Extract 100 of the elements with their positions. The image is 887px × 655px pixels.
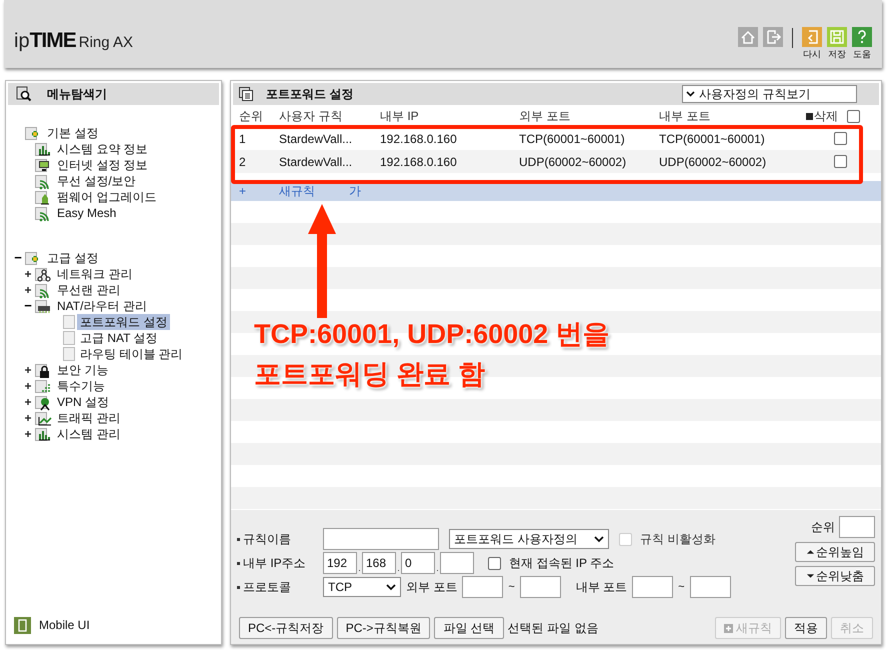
page-icon [63, 347, 75, 361]
column-header: 삭제 [806, 107, 838, 125]
dropdown[interactable]: 포트포워드 사용자정의 [449, 529, 609, 549]
tree-item[interactable]: 고급 NAT 설정 [77, 330, 161, 346]
expand-toggle[interactable]: + [23, 284, 33, 296]
toolbar-label: 도움 [853, 49, 871, 60]
column-header: 사용자 규칙 [279, 108, 344, 125]
column-header: 내부 포트 [659, 108, 712, 125]
tree-item[interactable]: 기본 설정 [44, 125, 102, 141]
range-separator: ~ [678, 580, 685, 595]
checkbox[interactable] [834, 155, 846, 168]
tree-item[interactable]: NAT/라우터 관리 [54, 298, 150, 314]
expand-toggle[interactable]: + [23, 428, 33, 440]
action-button[interactable]: PC<-규칙저장 [239, 617, 333, 639]
expand-toggle[interactable]: + [23, 380, 33, 392]
tree-item[interactable]: 시스템 요약 정보 [54, 141, 151, 157]
tree-item[interactable]: 무선 설정/보안 [54, 173, 139, 189]
checkbox-label: 현재 접속된 IP 주소 [509, 555, 614, 572]
help-icon[interactable] [852, 27, 872, 47]
undo-icon[interactable] [802, 27, 822, 47]
folder-icon [35, 204, 52, 222]
collapse-toggle[interactable]: − [13, 252, 23, 264]
expand-toggle[interactable]: + [23, 412, 33, 424]
folder-icon [35, 282, 52, 298]
dropdown[interactable]: TCP [323, 577, 401, 597]
tree-item[interactable]: Easy Mesh [54, 205, 120, 221]
rank-down-button[interactable]: 순위낮춤 [795, 566, 875, 586]
table-cell-text: 192.168.0.160 [380, 130, 458, 148]
toolbar-label: 다시 [803, 49, 821, 60]
tree-item[interactable]: 라우팅 테이블 관리 [77, 346, 186, 362]
caret-icon [686, 91, 695, 97]
apply-button[interactable]: 적용 [785, 617, 827, 639]
home-icon[interactable] [738, 27, 758, 47]
input-field[interactable] [520, 576, 561, 598]
expand-toggle[interactable]: + [23, 268, 33, 280]
table-cell-text: 2 [239, 154, 247, 170]
arrow-icon [307, 204, 337, 318]
input-field[interactable] [690, 576, 731, 598]
add-rule-link[interactable]: 가 [349, 182, 361, 200]
input-field[interactable]: 0 [401, 552, 435, 574]
input-field[interactable] [323, 528, 439, 550]
folder-icon [35, 140, 52, 158]
tree-item[interactable]: VPN 설정 [54, 394, 112, 410]
expand-toggle[interactable]: + [23, 396, 33, 408]
logout-icon[interactable] [763, 27, 783, 47]
panel-title: 포트포워드 설정 [266, 86, 354, 103]
checkbox[interactable] [846, 110, 860, 122]
rank-up-button[interactable]: 순위높임 [795, 542, 875, 562]
add-icon[interactable]: + [239, 182, 279, 200]
folder-icon [35, 426, 52, 442]
phone-icon[interactable] [14, 616, 31, 634]
tree-item[interactable]: 고급 설정 [44, 250, 102, 266]
tree-item[interactable]: 보안 기능 [54, 362, 112, 378]
range-separator: ~ [508, 580, 515, 595]
tree-item[interactable]: 무선랜 관리 [54, 282, 124, 298]
tree-item[interactable]: 특수기능 [54, 378, 108, 394]
checkbox[interactable] [834, 132, 846, 145]
file-button[interactable]: 파일 선택 [434, 617, 504, 639]
table-cell-text: 192.168.0.160 [380, 154, 458, 170]
input-field[interactable] [839, 516, 875, 538]
folder-icon [35, 156, 52, 174]
tree-item[interactable]: 포트포워드 설정 [77, 314, 170, 330]
caret-icon [594, 536, 604, 542]
tree-item[interactable]: 펌웨어 업그레이드 [54, 189, 160, 205]
view-dropdown[interactable]: 사용자정의 규칙보기 [682, 85, 857, 103]
sidebar-title: 메뉴탐색기 [47, 86, 107, 103]
input-field[interactable] [632, 576, 674, 598]
table-cell-text: UDP(60002~60002) [519, 154, 628, 170]
checkbox[interactable] [488, 556, 501, 570]
input-field[interactable]: 192 [323, 552, 357, 574]
field-label: 순위 [811, 519, 835, 536]
collapse-toggle[interactable]: − [23, 300, 33, 312]
add-rule-link[interactable]: 새규칙 [279, 182, 315, 200]
input-field[interactable] [440, 552, 474, 574]
triangle-icon [806, 548, 815, 556]
folder-icon [35, 172, 52, 190]
expand-toggle[interactable]: + [23, 364, 33, 376]
tree-item[interactable]: 시스템 관리 [54, 426, 124, 442]
field-label: 내부 IP주소 [243, 555, 306, 572]
field-label: 프로토콜 [243, 579, 291, 596]
tree-item[interactable]: 트래픽 관리 [54, 410, 124, 426]
input-field[interactable] [462, 576, 504, 598]
column-header: 내부 IP [380, 108, 420, 125]
table-cell-text: StardewVall... [279, 130, 354, 148]
input-field[interactable]: 168 [362, 552, 396, 574]
toolbar-label: 저장 [828, 49, 846, 60]
folder-icon [35, 378, 52, 394]
table-cell-text: 1 [239, 130, 247, 148]
folder-icon [35, 188, 52, 206]
table-cell-text: TCP(60001~60001) [659, 130, 766, 148]
save-icon[interactable] [827, 27, 847, 47]
column-header: 외부 포트 [519, 108, 572, 125]
tree-item[interactable]: 네트워크 관리 [54, 266, 136, 282]
tree-item[interactable]: 인터넷 설정 정보 [54, 157, 151, 173]
search-icon[interactable] [16, 86, 32, 102]
action-button[interactable]: PC->규칙복원 [336, 617, 430, 639]
mobile-ui-link[interactable]: Mobile UI [39, 616, 90, 634]
triangle-icon [806, 572, 815, 580]
column-header: 순위 [239, 108, 264, 125]
table-cell-text: StardewVall... [279, 154, 354, 170]
